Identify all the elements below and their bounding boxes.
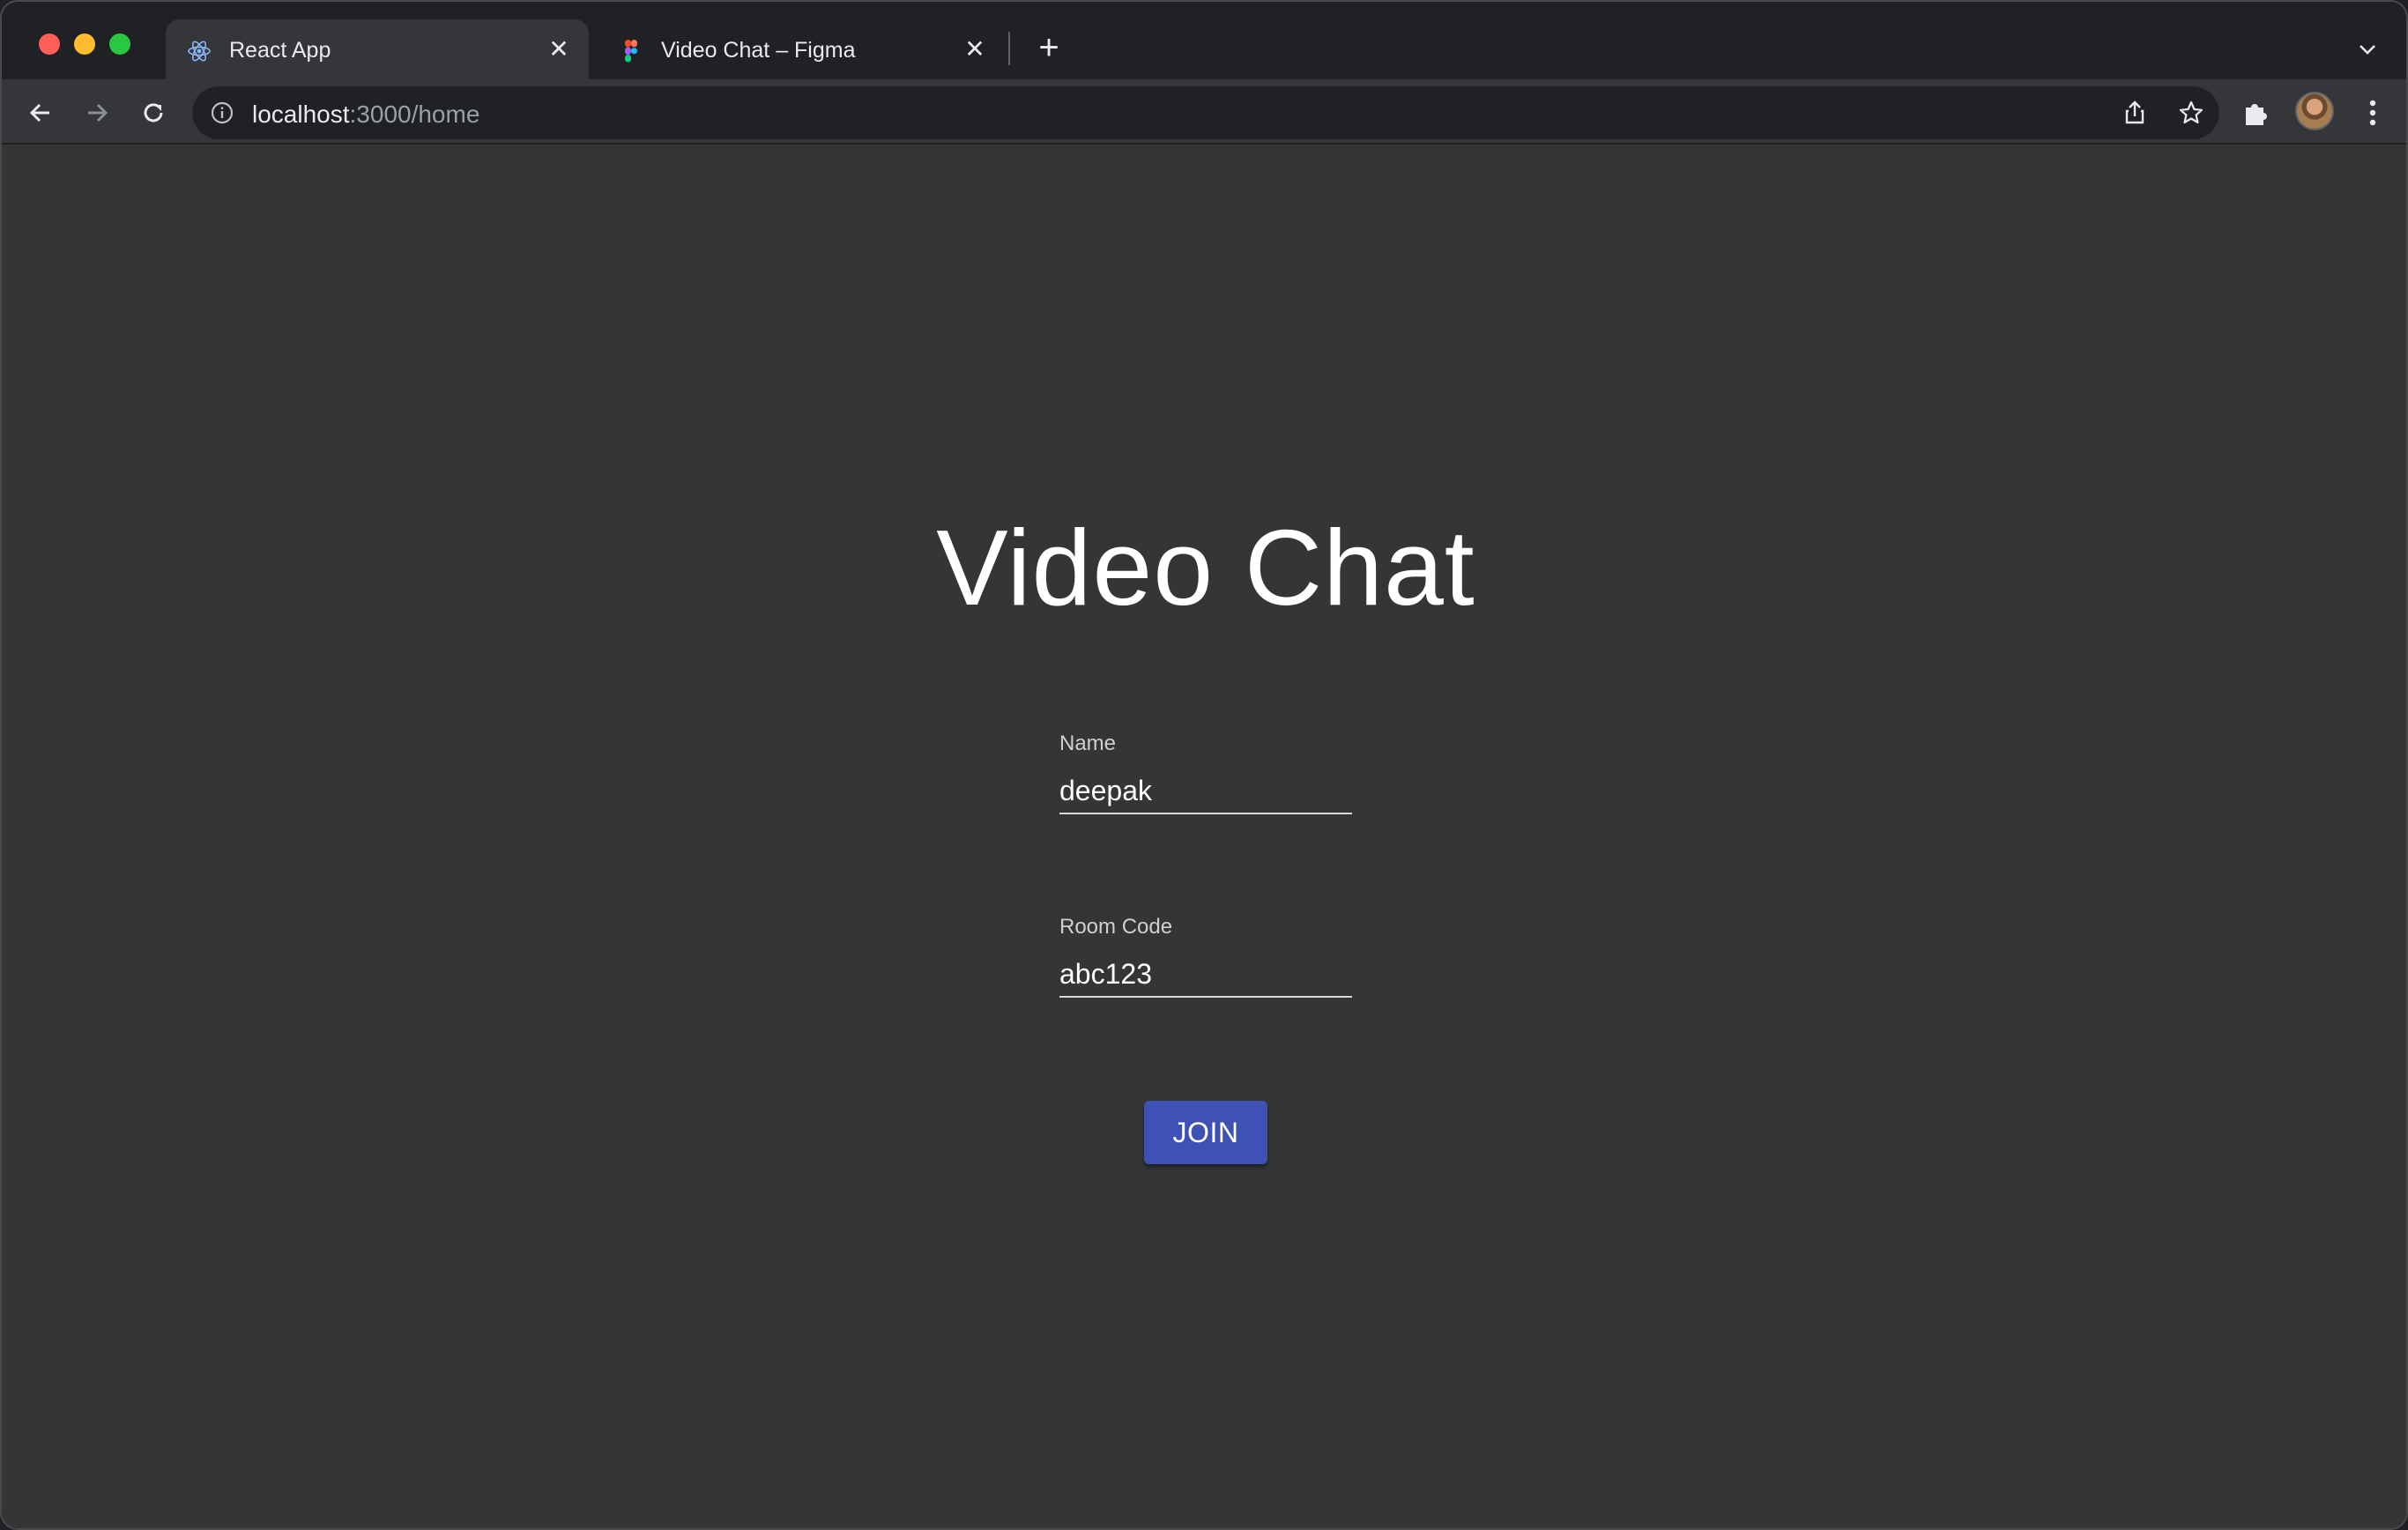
extensions-puzzle-icon[interactable] bbox=[2241, 97, 2272, 129]
back-arrow-icon[interactable] bbox=[23, 95, 58, 130]
room-code-field: Room Code bbox=[1059, 915, 1352, 998]
url-text: localhost:3000/home bbox=[252, 100, 479, 129]
maximize-window-button[interactable] bbox=[109, 33, 130, 55]
tab-separator bbox=[1008, 32, 1010, 65]
name-label: Name bbox=[1059, 732, 1117, 755]
close-window-button[interactable] bbox=[39, 33, 60, 55]
more-vertical-icon[interactable] bbox=[2357, 95, 2389, 130]
name-input[interactable] bbox=[1059, 769, 1352, 814]
profile-avatar[interactable] bbox=[2295, 92, 2334, 130]
close-tab-icon[interactable]: ✕ bbox=[546, 37, 571, 62]
page-content: Video Chat Name Room Code JOIN bbox=[2, 145, 2406, 1528]
browser-toolbar: localhost:3000/home bbox=[2, 79, 2406, 145]
name-field: Name bbox=[1059, 732, 1352, 814]
new-tab-plus-icon[interactable]: + bbox=[1033, 30, 1065, 65]
minimize-window-button[interactable] bbox=[74, 33, 95, 55]
close-tab-icon[interactable]: ✕ bbox=[962, 37, 987, 62]
tab-video-chat-figma[interactable]: Video Chat – Figma ✕ bbox=[598, 19, 1005, 79]
page-title: Video Chat bbox=[936, 508, 1475, 628]
room-code-input[interactable] bbox=[1059, 952, 1352, 998]
bookmark-star-icon[interactable] bbox=[2177, 99, 2205, 127]
tab-title: Video Chat – Figma bbox=[661, 38, 856, 63]
forward-arrow-icon[interactable] bbox=[79, 95, 115, 130]
browser-window: React App ✕ Video Chat – Figma ✕ + local… bbox=[0, 0, 2408, 1530]
join-button[interactable]: JOIN bbox=[1144, 1101, 1267, 1164]
share-icon[interactable] bbox=[2121, 99, 2149, 127]
reload-icon[interactable] bbox=[136, 95, 171, 130]
tab-strip: React App ✕ Video Chat – Figma ✕ + bbox=[2, 2, 2406, 79]
address-bar[interactable]: localhost:3000/home bbox=[192, 86, 2219, 139]
info-icon[interactable] bbox=[210, 100, 234, 125]
url-host: localhost bbox=[252, 100, 350, 128]
room-code-label: Room Code bbox=[1059, 915, 1173, 939]
chevron-down-icon[interactable] bbox=[2355, 37, 2380, 62]
figma-icon bbox=[619, 39, 643, 63]
tab-title: React App bbox=[229, 38, 331, 63]
react-icon bbox=[187, 39, 212, 63]
tab-react-app[interactable]: React App ✕ bbox=[166, 19, 589, 79]
url-path: :3000/home bbox=[349, 100, 480, 128]
